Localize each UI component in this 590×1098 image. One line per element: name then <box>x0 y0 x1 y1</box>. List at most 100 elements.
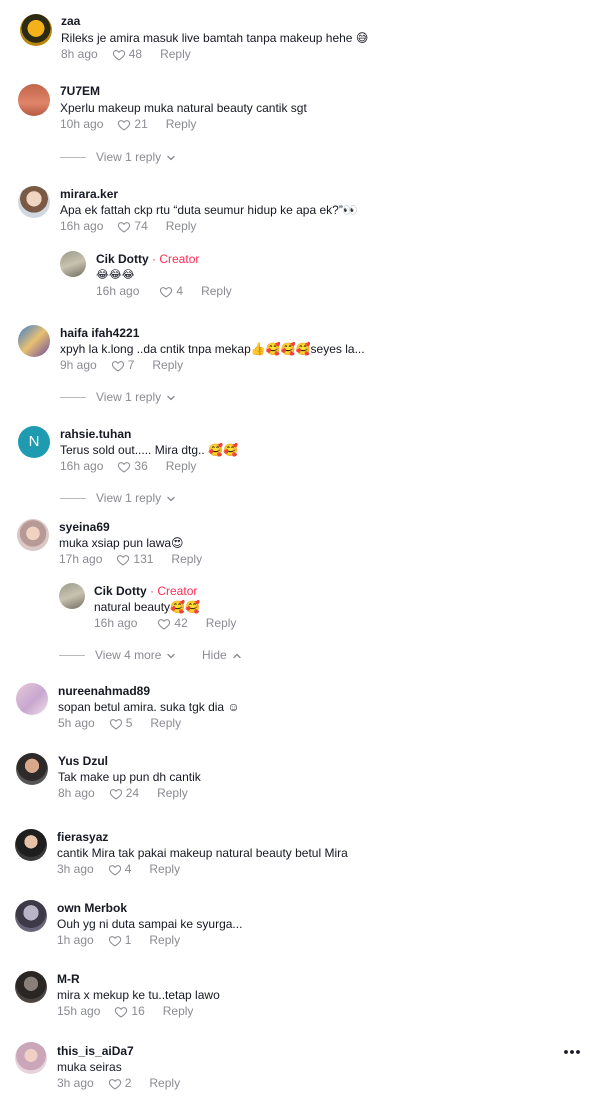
reply-button[interactable]: Reply <box>160 47 191 61</box>
heart-outline-icon[interactable] <box>114 1005 128 1019</box>
heart-outline-icon[interactable] <box>108 863 122 877</box>
comment-username[interactable]: 7U7EM <box>60 84 100 98</box>
reply-button[interactable]: Reply <box>166 219 197 233</box>
avatar[interactable] <box>16 753 48 785</box>
comment-text: mira x mekup ke tu..tetap lawo <box>57 988 220 1002</box>
comment-time: 5h ago <box>58 716 95 730</box>
heart-outline-icon[interactable] <box>109 717 123 731</box>
comment-username[interactable]: nureenahmad89 <box>58 684 150 698</box>
comment-text: muka xsiap pun lawa😍 <box>59 536 184 550</box>
avatar[interactable] <box>15 971 47 1003</box>
comment-text: Apa ek fattah ckp rtu “duta seumur hidup… <box>60 203 358 217</box>
avatar[interactable] <box>15 1042 47 1074</box>
like-count: 4 <box>176 284 184 298</box>
reply-username[interactable]: Cik Dotty · Creator <box>96 252 199 266</box>
comment-username[interactable]: syeina69 <box>59 520 110 534</box>
hide-replies-button[interactable]: Hide <box>202 647 243 663</box>
heart-outline-icon[interactable] <box>108 934 122 948</box>
view-more-label: View 4 more <box>95 648 162 662</box>
comment-time: 17h ago <box>59 552 103 566</box>
more-horizontal-icon[interactable] <box>562 1046 582 1058</box>
view-replies-button[interactable]: View 1 reply <box>60 389 177 405</box>
avatar[interactable] <box>18 84 50 116</box>
comment-meta: 10h ago 21 Reply <box>60 116 196 132</box>
reply-button[interactable]: Reply <box>163 1004 194 1018</box>
view-replies-label: View 1 reply <box>96 150 162 164</box>
comment-username[interactable]: rahsie.tuhan <box>60 427 131 441</box>
comment-text: Xperlu makeup muka natural beauty cantik… <box>60 101 307 115</box>
comment-time: 15h ago <box>57 1004 101 1018</box>
heart-outline-icon[interactable] <box>108 1077 122 1091</box>
avatar[interactable] <box>18 186 50 218</box>
comment-text: cantik Mira tak pakai makeup natural bea… <box>57 846 348 860</box>
reply-time: 16h ago <box>96 284 140 298</box>
like-count: 5 <box>125 716 133 730</box>
comment-time: 10h ago <box>60 117 104 131</box>
chevron-down-icon <box>165 392 177 404</box>
comment-username[interactable]: this_is_aiDa7 <box>57 1044 134 1058</box>
view-replies-label: View 1 reply <box>96 491 162 505</box>
reply-button[interactable]: Reply <box>171 552 202 566</box>
reply-button[interactable]: Reply <box>152 358 183 372</box>
comment-text: sopan betul amira. suka tgk dia ☺ <box>58 700 240 714</box>
avatar[interactable] <box>18 325 50 357</box>
avatar[interactable] <box>16 683 48 715</box>
like-count: 2 <box>124 1076 132 1090</box>
reply-button[interactable]: Reply <box>149 862 180 876</box>
reply-username[interactable]: Cik Dotty · Creator <box>94 584 197 598</box>
reply-username-text: Cik Dotty <box>94 584 147 598</box>
like-count: 21 <box>134 117 148 131</box>
comment-username[interactable]: zaa <box>61 14 80 28</box>
reply-button[interactable]: Reply <box>150 716 181 730</box>
reply-button[interactable]: Reply <box>166 117 197 131</box>
comment-username[interactable]: Yus Dzul <box>58 754 108 768</box>
like-count: 131 <box>133 552 154 566</box>
comment-time: 1h ago <box>57 933 94 947</box>
heart-outline-icon[interactable] <box>111 359 125 373</box>
comment-time: 3h ago <box>57 862 94 876</box>
creator-badge: · Creator <box>150 584 198 598</box>
avatar[interactable] <box>60 251 86 277</box>
avatar[interactable] <box>15 900 47 932</box>
heart-outline-icon[interactable] <box>117 460 131 474</box>
avatar[interactable] <box>17 519 49 551</box>
heart-outline-icon[interactable] <box>159 285 173 299</box>
avatar[interactable] <box>20 14 52 46</box>
avatar[interactable] <box>59 583 85 609</box>
comment-meta: 1h ago 1 Reply <box>57 932 180 948</box>
comment-text: Terus sold out..... Mira dtg.. 🥰🥰 <box>60 443 238 457</box>
heart-outline-icon[interactable] <box>112 48 126 62</box>
comment-username[interactable]: mirara.ker <box>60 187 118 201</box>
comment-username[interactable]: M-R <box>57 972 80 986</box>
reply-username-text: Cik Dotty <box>96 252 149 266</box>
divider <box>60 397 86 399</box>
reply-meta: 16h ago 4 Reply <box>96 283 232 299</box>
view-more-replies-button[interactable]: View 4 more <box>59 647 177 663</box>
chevron-down-icon <box>165 650 177 662</box>
comment-text: Tak make up pun dh cantik <box>58 770 201 784</box>
reply-button[interactable]: Reply <box>149 933 180 947</box>
reply-button[interactable]: Reply <box>166 459 197 473</box>
view-replies-button[interactable]: View 1 reply <box>60 149 177 165</box>
comment-text: muka seiras <box>57 1060 122 1074</box>
heart-outline-icon[interactable] <box>117 220 131 234</box>
comment-meta: 8h ago 24 Reply <box>58 785 188 801</box>
reply-button[interactable]: Reply <box>157 786 188 800</box>
reply-button[interactable]: Reply <box>149 1076 180 1090</box>
heart-outline-icon[interactable] <box>117 118 131 132</box>
reply-button[interactable]: Reply <box>206 616 237 630</box>
hide-label: Hide <box>202 648 227 662</box>
heart-outline-icon[interactable] <box>157 617 171 631</box>
heart-outline-icon[interactable] <box>116 553 130 567</box>
reply-button[interactable]: Reply <box>201 284 232 298</box>
view-replies-button[interactable]: View 1 reply <box>60 490 177 506</box>
comment-username[interactable]: fierasyaz <box>57 830 108 844</box>
avatar[interactable]: N <box>18 426 50 458</box>
comment-username[interactable]: haifa ifah4221 <box>60 326 139 340</box>
comment-meta: 3h ago 4 Reply <box>57 861 180 877</box>
heart-outline-icon[interactable] <box>109 787 123 801</box>
avatar[interactable] <box>15 829 47 861</box>
comment-meta: 8h ago 48 Reply <box>61 46 191 62</box>
divider <box>60 498 86 500</box>
comment-username[interactable]: own Merbok <box>57 901 127 915</box>
